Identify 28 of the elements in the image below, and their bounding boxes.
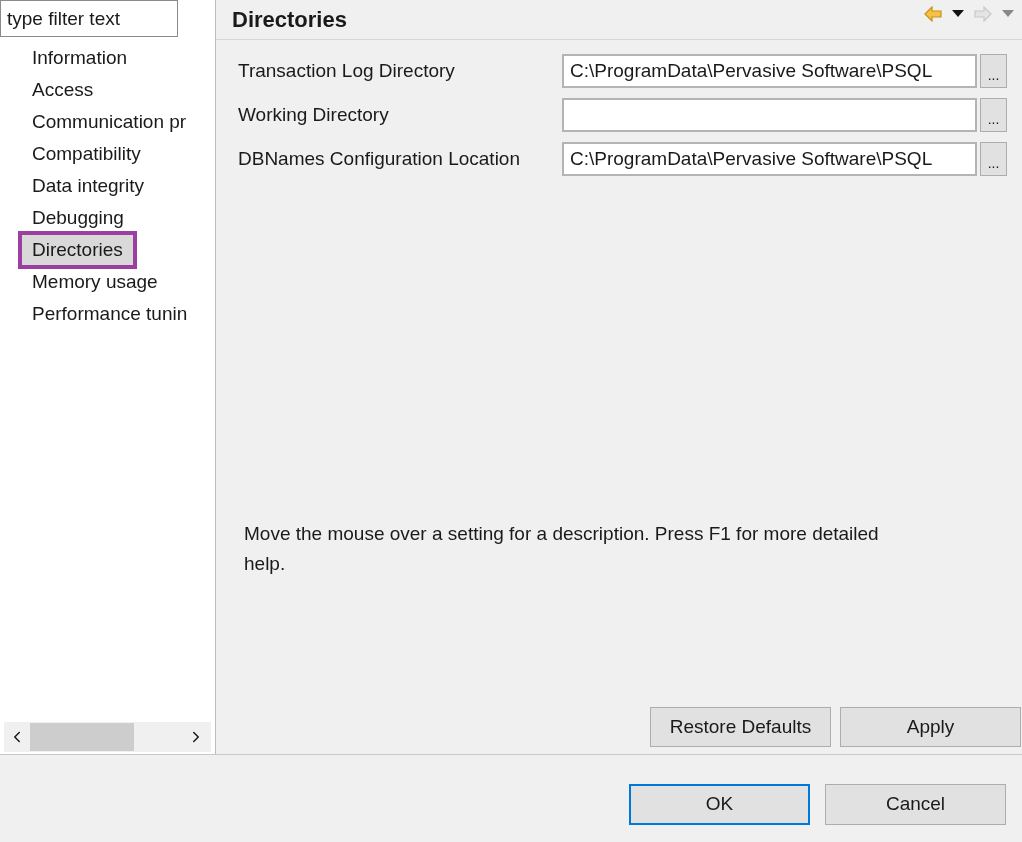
dialog-button[interactable]: OK	[629, 784, 810, 825]
path-field[interactable]: C:\ProgramData\Pervasive Software\PSQL	[562, 54, 977, 88]
tree-item[interactable]: Memory usage	[22, 267, 168, 297]
setting-label: Working Directory	[238, 102, 390, 127]
browse-button[interactable]: ...	[980, 142, 1007, 176]
filter-field[interactable]: type filter text	[0, 0, 178, 37]
path-field[interactable]	[562, 98, 977, 132]
page-button[interactable]: Apply	[840, 707, 1021, 747]
scrollbar-thumb[interactable]	[30, 723, 134, 751]
description-text: Move the mouse over a setting for a description. Press F1 for more detailed help.	[244, 522, 880, 576]
tree-item[interactable]: Data integrity	[22, 171, 154, 201]
tree-item[interactable]: Compatibility	[22, 139, 151, 169]
browse-button[interactable]: ...	[980, 54, 1007, 88]
back-menu-caret-icon[interactable]	[952, 10, 964, 18]
page-title: Directories	[232, 6, 347, 34]
tree-item[interactable]: Debugging	[22, 203, 134, 233]
tree-item[interactable]: Communication pr	[22, 107, 197, 137]
browse-button[interactable]: ...	[980, 98, 1007, 132]
back-arrow-icon[interactable]	[924, 6, 942, 22]
dialog-button[interactable]: Cancel	[825, 784, 1006, 825]
tree-item[interactable]: Access	[22, 75, 104, 105]
setting-label: Transaction Log Directory	[238, 58, 456, 83]
path-field[interactable]: C:\ProgramData\Pervasive Software\PSQL	[562, 142, 977, 176]
forward-menu-caret-icon[interactable]	[1002, 10, 1014, 18]
tree-item[interactable]: Information	[22, 43, 138, 73]
setting-label: DBNames Configuration Location	[238, 146, 521, 171]
tree-item[interactable]: Performance tunin	[22, 299, 198, 329]
page-button[interactable]: Restore Defaults	[650, 707, 831, 747]
